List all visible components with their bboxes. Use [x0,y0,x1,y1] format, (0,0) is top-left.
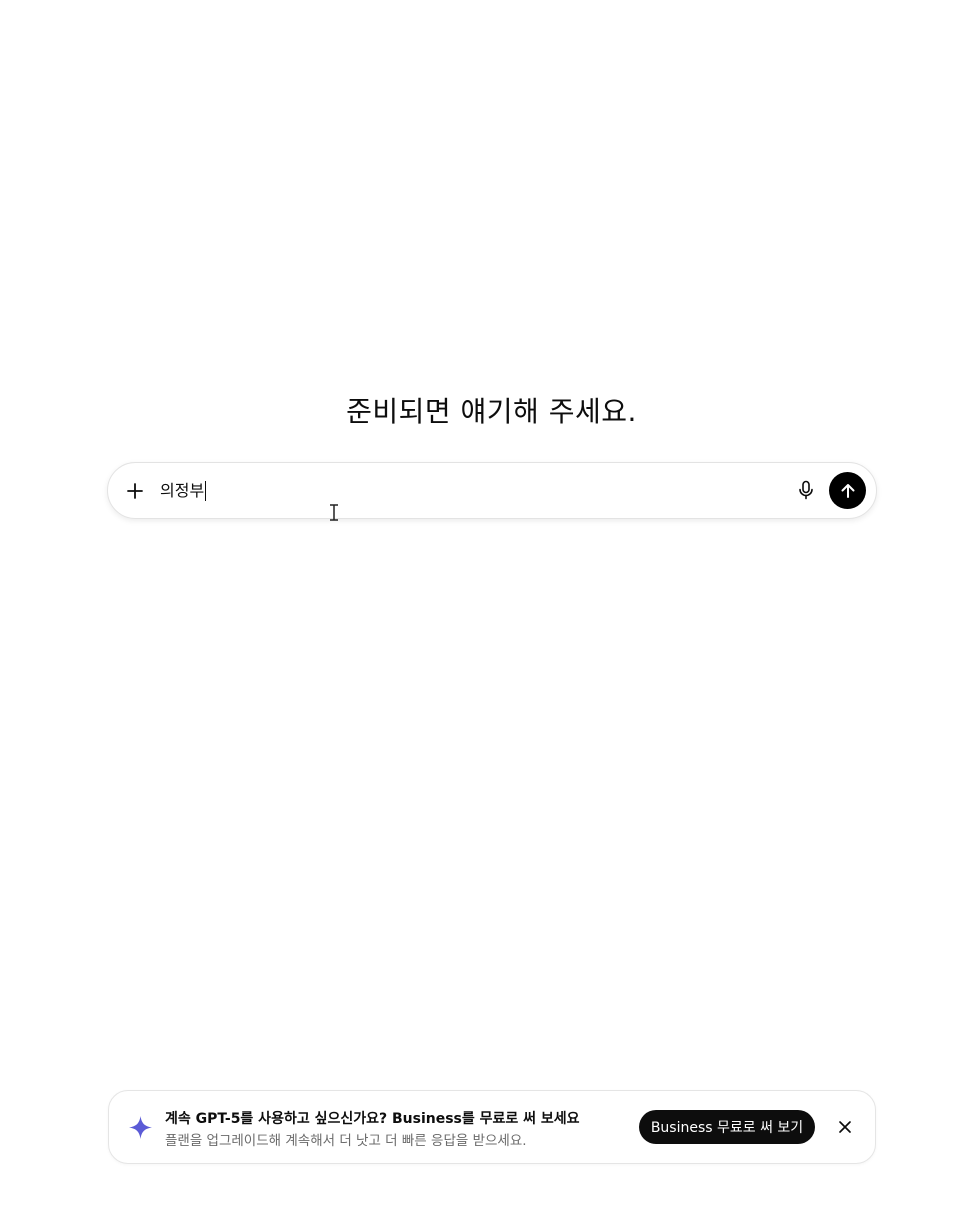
close-banner-button[interactable] [834,1116,856,1138]
send-button[interactable] [829,472,866,509]
prompt-input-value: 의정부 [160,481,205,500]
add-attachment-button[interactable] [118,475,152,507]
banner-title: 계속 GPT-5를 사용하고 싶으신가요? Business를 무료로 써 보세… [165,1111,580,1127]
plus-icon [127,483,143,499]
prompt-input[interactable]: 의정부 [160,478,207,504]
sparkle-icon [129,1116,152,1139]
arrow-up-icon [841,483,854,498]
page-heading: 준비되면 얘기해 주세요. [346,395,637,428]
try-business-button[interactable]: Business 무료로 써 보기 [639,1110,815,1144]
text-caret [205,481,207,501]
prompt-composer [107,462,877,519]
text-cursor-icon [330,504,338,521]
close-icon [839,1121,851,1133]
banner-subtitle: 플랜을 업그레이드해 계속해서 더 낫고 더 빠른 응답을 받으세요. [165,1133,527,1149]
voice-input-button[interactable] [792,476,820,504]
page: 준비되면 얘기해 주세요. 의정부 계속 GPT-5를 사용하고 싶으신가요? … [0,0,957,1219]
microphone-icon [799,480,813,500]
